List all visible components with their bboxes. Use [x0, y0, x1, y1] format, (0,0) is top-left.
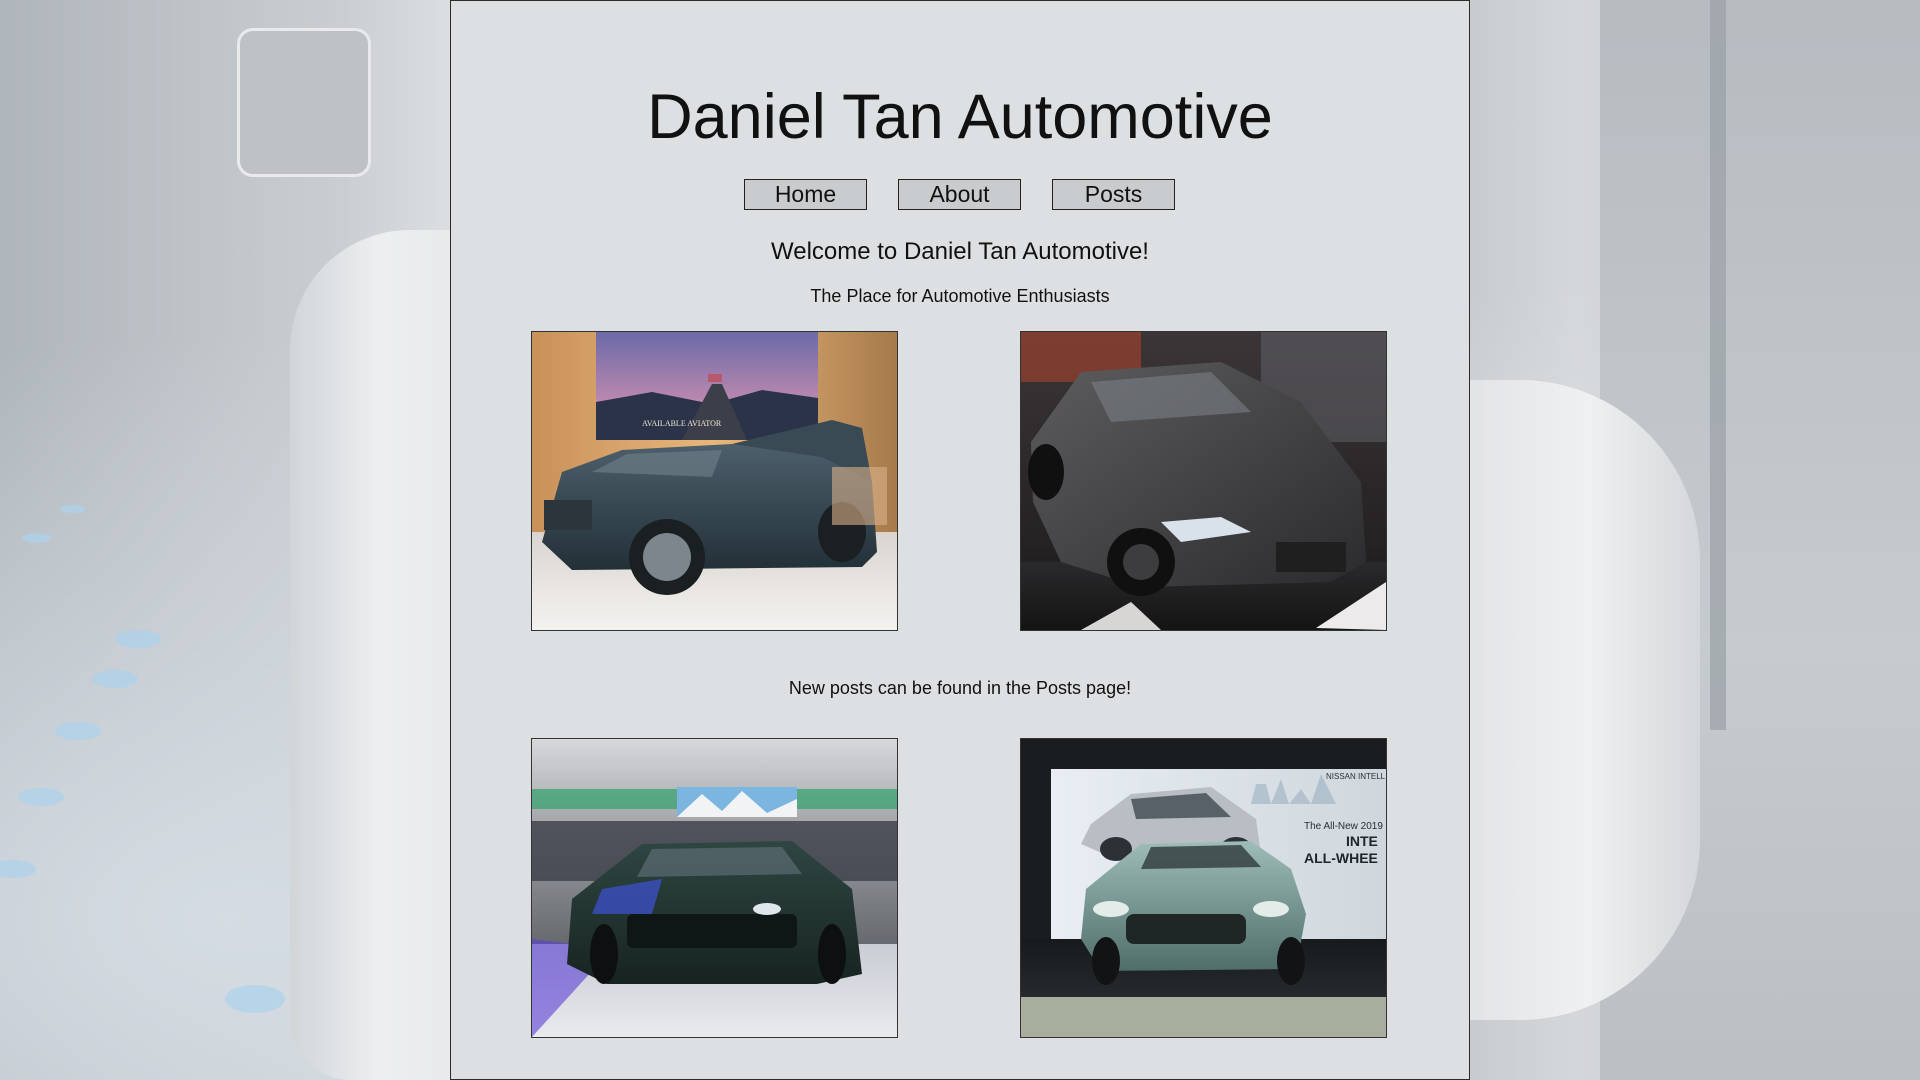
nissan-banner-brand: NISSAN INTELL [1326, 772, 1386, 781]
nav-about-button[interactable]: About [898, 179, 1021, 210]
nissan-banner-line3: ALL-WHEE [1304, 850, 1378, 866]
car-photo-suv: AVAILABLE AVIATOR [531, 331, 898, 631]
nav-bar: Home About Posts [451, 179, 1469, 210]
posts-note-text: New posts can be found in the Posts page… [788, 678, 1132, 698]
nav-home-button[interactable]: Home [744, 179, 867, 210]
welcome-heading: Welcome to Daniel Tan Automotive! [771, 238, 1149, 265]
aviator-screen-text: AVAILABLE AVIATOR [642, 419, 722, 428]
nav-posts-button[interactable]: Posts [1052, 179, 1175, 210]
car-photo-sports: NISSAN INTELL The All-New 2019 INTE ALL-… [1020, 738, 1387, 1038]
car-photo-muscle [531, 738, 898, 1038]
site-title: Daniel Tan Automotive [647, 82, 1273, 152]
nissan-banner-line2: INTE [1346, 833, 1378, 849]
tagline-text: The Place for Automotive Enthusiasts [810, 286, 1110, 306]
nissan-banner-line1: The All-New 2019 [1304, 821, 1383, 832]
main-container: Daniel Tan Automotive Home About Posts W… [450, 0, 1470, 1080]
car-photo-sedan [1020, 331, 1387, 631]
